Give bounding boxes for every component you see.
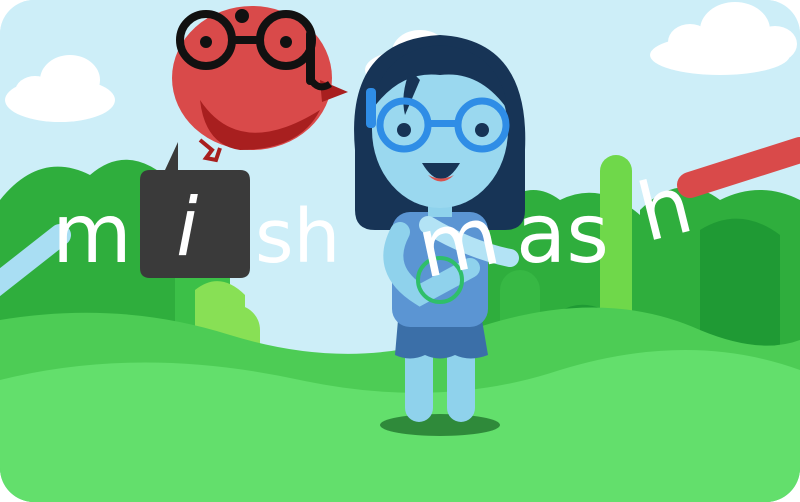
girl-shadow [380, 414, 500, 436]
mishmash-illustration: m i sh m as h [0, 0, 800, 502]
logo-letter-m1: m [52, 187, 132, 282]
logo-letters-sh: sh [255, 194, 340, 280]
illustration-stage: m i sh m as h [0, 0, 800, 502]
logo-letter-i: i [176, 181, 198, 274]
logo-letters-as: as [516, 187, 609, 282]
